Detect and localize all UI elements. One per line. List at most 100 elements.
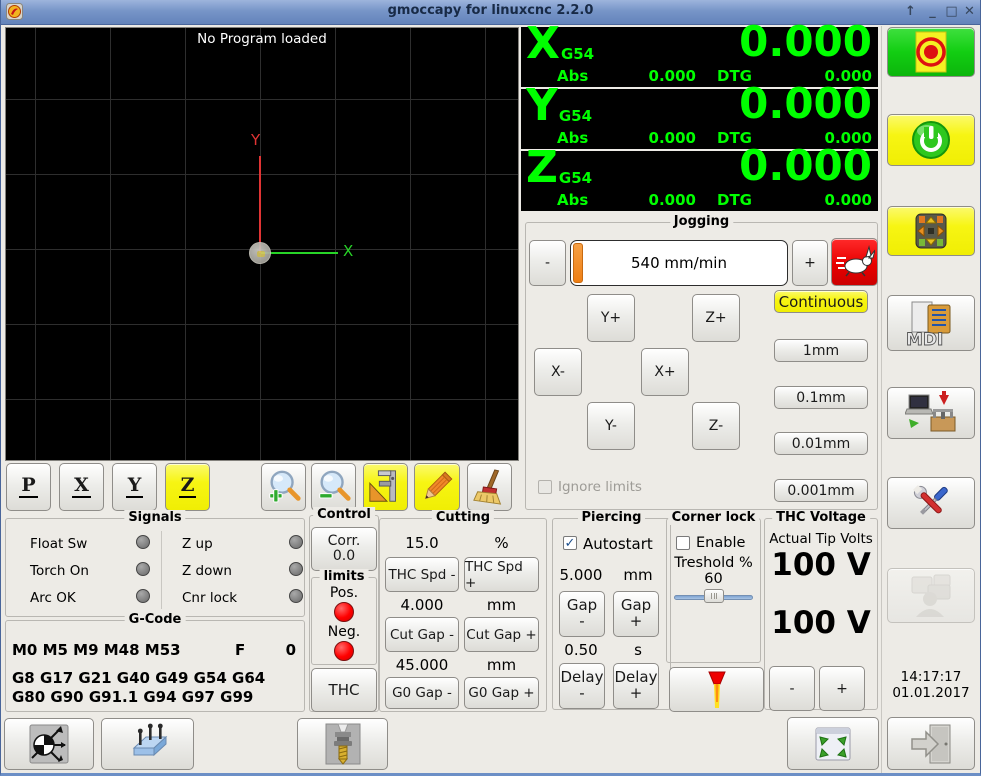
fullscreen-button[interactable] — [787, 717, 879, 770]
threshold-value: 60 — [704, 571, 723, 587]
jog-increment-0-1mm[interactable]: 0.1mm — [774, 386, 868, 409]
estop-button[interactable] — [887, 27, 975, 77]
axis-letter: X — [526, 18, 560, 69]
turbo-jog-button[interactable] — [831, 238, 878, 286]
axis-position: 0.000 — [739, 141, 872, 190]
jog-increment-0-001mm[interactable]: 0.001mm — [774, 479, 868, 502]
control-title: Control — [313, 507, 375, 522]
machine-on-button[interactable] — [887, 114, 975, 166]
cut-gap-plus-button[interactable]: Cut Gap + — [464, 617, 539, 652]
gremlin-preview[interactable]: No Program loaded Y X — [5, 27, 519, 461]
jog-x-plus-button[interactable]: X+ — [641, 348, 689, 396]
y-axis-label: Y — [251, 131, 261, 149]
pierce-delay-minus-button[interactable]: Delay - — [559, 663, 605, 709]
pos-limit-led — [334, 602, 354, 622]
setup-mode-button[interactable] — [887, 387, 975, 439]
ignore-limits-checkbox[interactable] — [538, 480, 552, 494]
window-close-button[interactable]: ✕ — [960, 2, 979, 21]
torch-button[interactable] — [669, 667, 764, 712]
thc-speed-unit: % — [494, 534, 509, 552]
exit-button[interactable] — [887, 717, 975, 770]
voltage-minus-button[interactable]: - — [769, 666, 815, 711]
draw-dimensions-button[interactable] — [414, 463, 460, 511]
dtg-label: DTG — [717, 191, 752, 209]
thc-speed-minus-button[interactable]: THC Spd - — [385, 557, 459, 592]
thc-speed-plus-button[interactable]: THC Spd + — [464, 557, 539, 592]
settings-button[interactable] — [887, 477, 975, 529]
view-x-button[interactable]: X — [59, 463, 104, 511]
jog-increment-continuous[interactable]: Continuous — [774, 290, 868, 313]
autostart-checkbox[interactable]: ✓ — [563, 536, 577, 550]
threshold-slider-handle[interactable] — [704, 589, 724, 603]
dro-axis-z[interactable]: Z G54 0.000 Abs 0.000 DTG 0.000 — [521, 145, 878, 211]
pierce-delay-value: 0.50 — [564, 641, 598, 659]
jog-z-minus-button[interactable]: Z- — [692, 402, 740, 450]
clear-preview-button[interactable] — [467, 463, 512, 511]
clock-time: 14:17:17 — [900, 669, 962, 685]
cutting-title: Cutting — [431, 510, 495, 525]
g0-gap-minus-button[interactable]: G0 Gap - — [385, 677, 459, 709]
dimensions-button[interactable] — [363, 463, 408, 511]
abs-label: Abs — [557, 129, 589, 147]
jog-increment-0-01mm[interactable]: 0.01mm — [774, 432, 868, 455]
voltage-plus-button[interactable]: + — [819, 666, 865, 711]
feed-value: 0 — [285, 641, 296, 659]
height-correction-button[interactable]: Corr. 0.0 — [311, 527, 377, 571]
jog-increment-1mm[interactable]: 1mm — [774, 339, 868, 362]
signal-cnr-lock-led — [289, 589, 303, 603]
zoom-out-icon — [318, 470, 351, 501]
g0-gap-plus-button[interactable]: G0 Gap + — [464, 677, 539, 709]
abs-label: Abs — [557, 191, 589, 209]
jog-speed-slider[interactable]: 540 mm/min — [570, 240, 788, 286]
zoom-out-button[interactable] — [311, 463, 356, 511]
pierce-delay-plus-button[interactable]: Delay + — [613, 663, 659, 709]
abs-value: 0.000 — [648, 129, 696, 147]
pierce-gap-plus-button[interactable]: Gap + — [613, 591, 659, 637]
active-g-codes: G8 G17 G21 G40 G49 G54 G64 G80 G90 G91.1… — [12, 669, 266, 706]
jog-y-plus-button[interactable]: Y+ — [587, 294, 635, 342]
jog-speed-minus-button[interactable]: - — [529, 240, 566, 286]
zoom-in-button[interactable] — [261, 463, 306, 511]
jogging-title: Jogging — [669, 214, 734, 229]
jog-z-plus-button[interactable]: Z+ — [692, 294, 740, 342]
caliper-icon — [368, 470, 396, 502]
abs-value: 0.000 — [648, 191, 696, 209]
corner-lock-enable-checkbox[interactable] — [676, 536, 690, 550]
touch-plate-button[interactable] — [101, 718, 194, 770]
g0-gap-value: 45.000 — [395, 656, 449, 674]
pencil-icon — [424, 471, 453, 500]
tool-measure-button[interactable] — [297, 718, 388, 770]
jog-speed-slider-handle[interactable] — [573, 243, 583, 283]
pierce-delay-unit: s — [634, 641, 642, 659]
spindle-tool-icon — [325, 723, 360, 765]
view-p-button[interactable]: P — [6, 463, 51, 511]
jog-x-minus-button[interactable]: X- — [534, 348, 582, 396]
mdi-mode-button[interactable]: MDI — [887, 295, 975, 351]
view-z-button[interactable]: Z — [165, 463, 210, 511]
view-y-button[interactable]: Y — [112, 463, 157, 511]
dro-axis-x[interactable]: X G54 0.000 Abs 0.000 DTG 0.000 — [521, 21, 878, 87]
zoom-in-icon — [268, 470, 301, 503]
pierce-gap-minus-button[interactable]: Gap - — [559, 591, 605, 637]
laptop-machine-icon — [905, 391, 956, 432]
limits-frame: limits Pos. Neg. — [311, 569, 377, 665]
dro-axis-y[interactable]: Y G54 0.000 Abs 0.000 DTG 0.000 — [521, 83, 878, 149]
jog-y-minus-button[interactable]: Y- — [587, 402, 635, 450]
cut-gap-value: 4.000 — [400, 596, 444, 614]
jog-speed-plus-button[interactable]: + — [792, 240, 828, 286]
window-maximize-button[interactable]: □ — [942, 2, 961, 21]
mdi-icon: MDI — [906, 301, 951, 347]
coord-system: G54 — [560, 45, 595, 63]
probe-plate-icon — [132, 723, 167, 757]
signal-z-up-label: Z up — [182, 536, 213, 552]
window-shade-button[interactable]: ↑ — [901, 2, 920, 21]
thc-enable-button[interactable]: THC — [311, 668, 377, 712]
touch-off-button[interactable] — [4, 718, 94, 770]
cut-gap-minus-button[interactable]: Cut Gap - — [385, 617, 459, 652]
window-minimize-button[interactable]: _ — [923, 2, 942, 21]
signal-z-down-led — [289, 562, 303, 576]
show-jog-pad-button[interactable] — [887, 206, 975, 256]
feed-label: F — [235, 641, 246, 659]
user-tabs-button[interactable] — [887, 568, 975, 623]
threshold-slider[interactable] — [674, 589, 753, 605]
